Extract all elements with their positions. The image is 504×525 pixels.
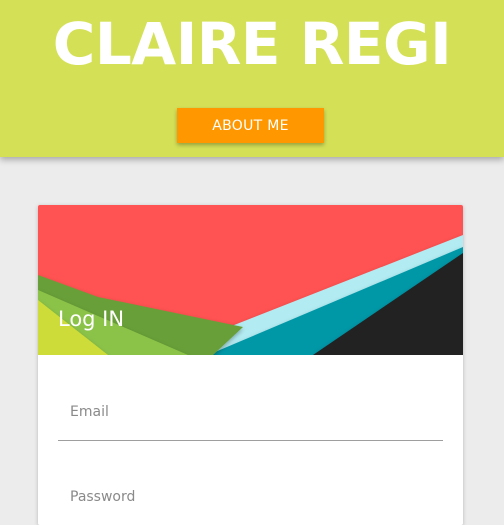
site-title: CLAIRE REGI [52, 10, 452, 78]
login-card: Log IN [38, 205, 463, 525]
login-card-banner: Log IN [38, 205, 463, 355]
email-field[interactable] [58, 400, 443, 424]
site-header: CLAIRE REGI ABOUT ME [0, 0, 504, 157]
about-me-button[interactable]: ABOUT ME [177, 108, 324, 143]
password-field[interactable] [58, 485, 443, 509]
password-field-wrapper [58, 485, 443, 525]
email-field-wrapper [58, 400, 443, 441]
login-title: Log IN [58, 307, 125, 331]
